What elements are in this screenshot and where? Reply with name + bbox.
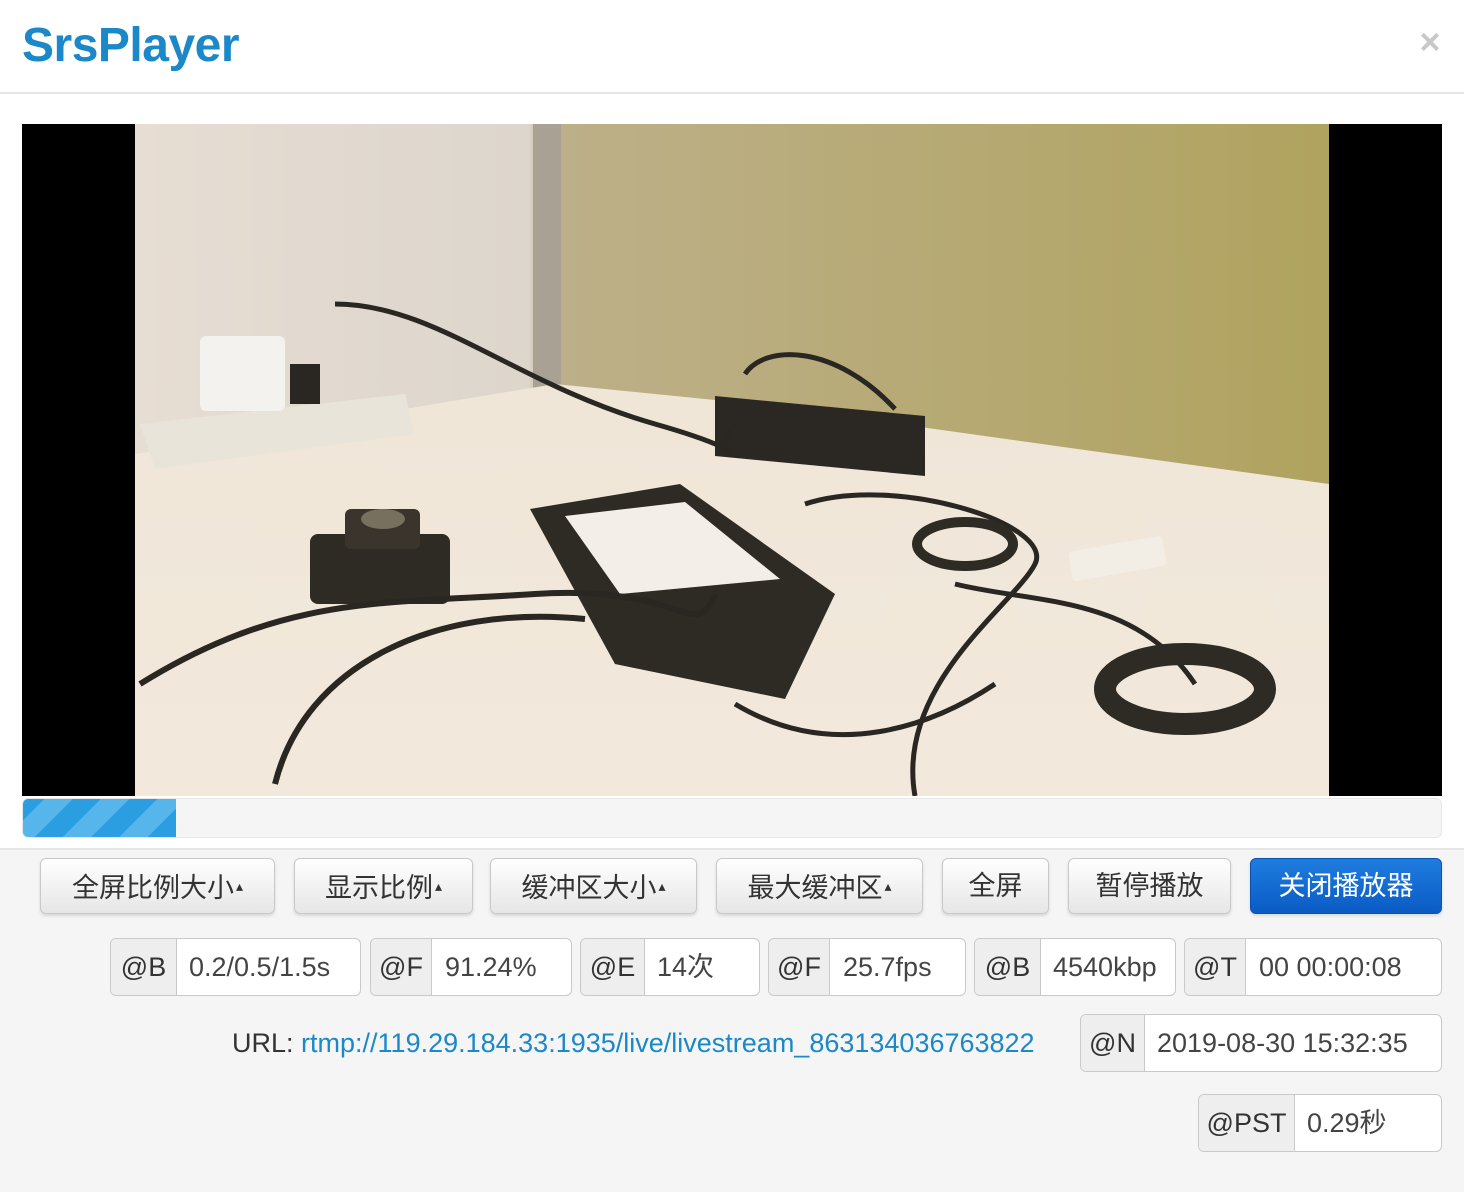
- stat-tag: @N: [1081, 1015, 1145, 1071]
- fullscreen-ratio-button[interactable]: 全屏比例大小 ▴: [40, 858, 275, 914]
- video-frame-image: [135, 124, 1329, 796]
- video-player[interactable]: [22, 124, 1442, 796]
- stat-value: 2019-08-30 15:32:35: [1157, 1028, 1408, 1058]
- stat-value: 25.7fps: [843, 952, 932, 982]
- buffer-progress-bar: [22, 798, 1442, 838]
- stat-fps-percent: @F 91.24%: [370, 938, 572, 996]
- stat-time: @T 00 00:00:08: [1184, 938, 1442, 996]
- stat-framerate: @F 25.7fps: [768, 938, 966, 996]
- close-icon[interactable]: ×: [1414, 22, 1446, 62]
- display-ratio-button[interactable]: 显示比例 ▴: [294, 858, 473, 914]
- stat-buffer: @B 0.2/0.5/1.5s: [110, 938, 361, 996]
- fullscreen-button[interactable]: 全屏: [942, 858, 1049, 914]
- stat-value: 0.2/0.5/1.5s: [189, 952, 331, 982]
- stream-url: URL: rtmp://119.29.184.33:1935/live/live…: [232, 1028, 1035, 1059]
- stat-tag: @F: [769, 939, 830, 995]
- stat-pst: @PST 0.29秒: [1198, 1094, 1442, 1152]
- stat-tag: @B: [975, 939, 1041, 995]
- caret-up-icon: ▴: [884, 878, 892, 894]
- stat-now: @N 2019-08-30 15:32:35: [1080, 1014, 1442, 1072]
- stat-bitrate: @B 4540kbp: [974, 938, 1176, 996]
- stat-errors: @E 14次: [580, 938, 760, 996]
- caret-up-icon: ▴: [658, 878, 666, 894]
- stat-value: 00 00:00:08: [1259, 952, 1402, 982]
- pause-button[interactable]: 暂停播放: [1068, 858, 1231, 914]
- stat-value: 0.29秒: [1307, 1108, 1387, 1138]
- stat-tag: @PST: [1199, 1095, 1295, 1151]
- stat-value: 14次: [657, 952, 715, 982]
- url-link[interactable]: rtmp://119.29.184.33:1935/live/livestrea…: [301, 1028, 1035, 1058]
- stat-tag: @B: [111, 939, 177, 995]
- caret-up-icon: ▴: [434, 878, 443, 894]
- buffer-progress-fill: [23, 799, 177, 837]
- close-player-button[interactable]: 关闭播放器: [1250, 858, 1442, 914]
- max-buffer-button[interactable]: 最大缓冲区 ▴: [716, 858, 923, 914]
- control-panel: 全屏比例大小 ▴ 显示比例 ▴ 缓冲区大小 ▴ 最大缓冲区 ▴ 全屏 暂停播放 关闭播放…: [0, 848, 1464, 1192]
- buffer-size-button[interactable]: 缓冲区大小 ▴: [490, 858, 697, 914]
- stat-value: 91.24%: [445, 952, 537, 982]
- stat-value: 4540kbp: [1053, 952, 1157, 982]
- stat-tag: @F: [371, 939, 432, 995]
- caret-up-icon: ▴: [235, 878, 244, 894]
- stat-tag: @E: [581, 939, 645, 995]
- stat-tag: @T: [1185, 939, 1246, 995]
- dialog-title: SrsPlayer: [22, 19, 240, 72]
- url-label: URL:: [232, 1028, 294, 1058]
- dialog-header: SrsPlayer ×: [0, 0, 1464, 94]
